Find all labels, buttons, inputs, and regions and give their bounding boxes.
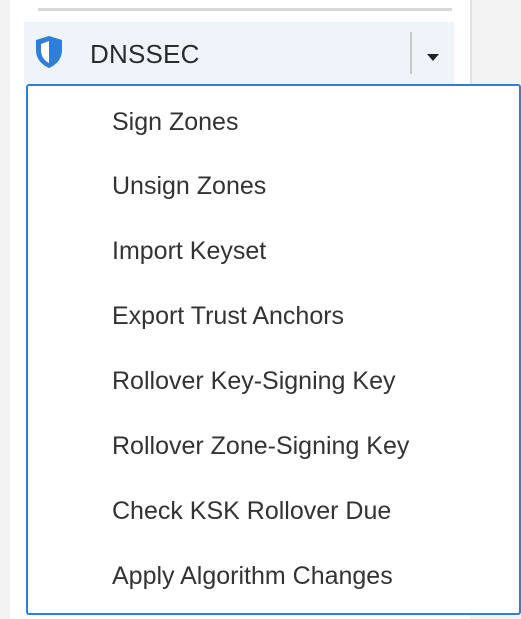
- menu-item-label: Sign Zones: [112, 107, 239, 136]
- menu-item-sign-zones[interactable]: Sign Zones: [28, 90, 519, 154]
- menu-item-apply-algorithm-changes[interactable]: Apply Algorithm Changes: [28, 544, 519, 608]
- shield-icon: [36, 36, 62, 68]
- dropdown-toggle-button[interactable]: [412, 22, 454, 84]
- menu-item-label: Unsign Zones: [112, 171, 267, 200]
- menu-item-export-trust-anchors[interactable]: Export Trust Anchors: [28, 284, 519, 348]
- menu-item-unsign-zones[interactable]: Unsign Zones: [28, 154, 519, 218]
- menu-item-label: Import Keyset: [112, 236, 267, 265]
- panel-edge: [470, 0, 472, 90]
- dnssec-button[interactable]: DNSSEC: [24, 22, 412, 84]
- caret-down-icon: [427, 53, 439, 61]
- menu-item-label: Export Trust Anchors: [112, 301, 345, 330]
- dnssec-button-label: DNSSEC: [90, 39, 200, 69]
- menu-item-label: Apply Algorithm Changes: [112, 561, 393, 590]
- dnssec-dropdown-menu: Sign Zones Unsign Zones Import Keyset Ex…: [26, 84, 521, 615]
- top-divider: [38, 8, 452, 11]
- menu-item-rollover-zsk[interactable]: Rollover Zone-Signing Key: [28, 414, 519, 478]
- menu-item-rollover-ksk[interactable]: Rollover Key-Signing Key: [28, 349, 519, 413]
- menu-item-import-keyset[interactable]: Import Keyset: [28, 219, 519, 283]
- menu-item-label: Rollover Zone-Signing Key: [112, 431, 410, 460]
- menu-item-label: Check KSK Rollover Due: [112, 496, 392, 525]
- menu-item-check-ksk-rollover-due[interactable]: Check KSK Rollover Due: [28, 479, 519, 543]
- dnssec-split-button: DNSSEC: [24, 22, 454, 84]
- menu-item-label: Rollover Key-Signing Key: [112, 366, 396, 395]
